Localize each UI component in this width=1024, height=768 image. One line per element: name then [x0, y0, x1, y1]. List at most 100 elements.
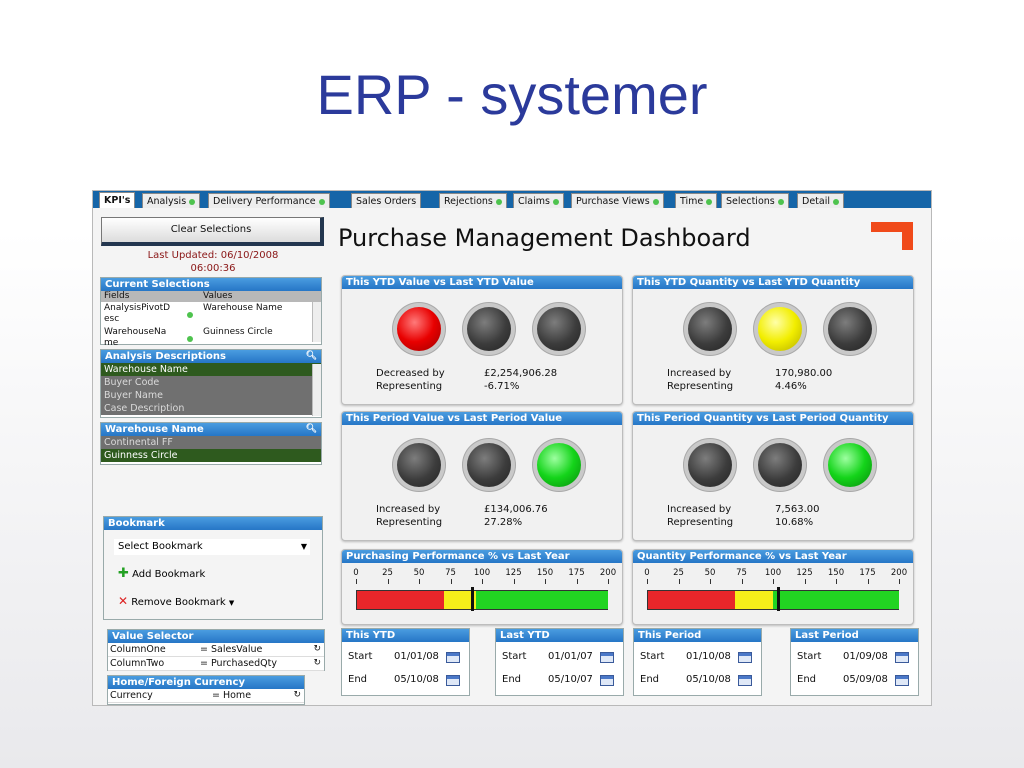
current-selections-header: Fields Values: [101, 291, 321, 302]
date-start-input[interactable]: 01/01/07: [548, 651, 593, 662]
tab-delivery-performance[interactable]: Delivery Performance: [208, 193, 330, 208]
bookmark-title: Bookmark: [104, 517, 322, 530]
kpi-percent-value: 10.68%: [775, 517, 814, 528]
value-selector-row[interactable]: ColumnOne = SalesValue ↻: [108, 643, 324, 657]
add-bookmark-button[interactable]: ✚ Add Bookmark: [118, 566, 205, 581]
selections-scrollbar[interactable]: [312, 302, 321, 342]
currency-row[interactable]: Currency = Home ↻: [108, 689, 304, 703]
dashboard-title: Purchase Management Dashboard: [338, 224, 751, 252]
tab-rejections[interactable]: Rejections: [439, 193, 507, 208]
tab-sales-orders[interactable]: Sales Orders: [351, 193, 422, 208]
tab-selections[interactable]: Selections: [721, 193, 789, 208]
calendar-icon[interactable]: [446, 675, 460, 686]
list-item[interactable]: Guinness Circle: [101, 449, 321, 462]
tab-analysis[interactable]: Analysis: [142, 193, 201, 208]
gauge-tick: [482, 579, 483, 584]
currency-title: Home/Foreign Currency: [108, 676, 304, 689]
date-start-label: Start: [640, 651, 665, 662]
selection-field-cont: esc: [104, 314, 120, 324]
tab-claims[interactable]: Claims: [513, 193, 564, 208]
traffic-light-green: [537, 443, 581, 487]
date-range-box: This Period Start 01/10/08 End 05/10/08: [633, 628, 762, 696]
date-end-input[interactable]: 05/10/08: [686, 674, 731, 685]
cycle-icon[interactable]: ↻: [293, 689, 301, 702]
gauge-panel: Quantity Performance % vs Last Year 0 25 50…: [632, 549, 914, 625]
selection-value: Guinness Circle: [203, 327, 273, 337]
gauge-scale-label: 50: [413, 568, 425, 578]
tab-detail[interactable]: Detail: [797, 193, 844, 208]
list-item[interactable]: Warehouse Name: [101, 363, 321, 376]
selection-row[interactable]: AnalysisPivotD esc Warehouse Name: [101, 302, 321, 326]
tab-label: Claims: [518, 196, 550, 207]
remove-bookmark-button[interactable]: ✕ Remove Bookmark ▼: [118, 594, 234, 608]
cycle-icon[interactable]: ↻: [313, 657, 321, 670]
date-end-input[interactable]: 05/10/07: [548, 674, 593, 685]
date-start-input[interactable]: 01/09/08: [843, 651, 888, 662]
traffic-light-off: [467, 307, 511, 351]
traffic-light-off: [397, 443, 441, 487]
tab-label: Selections: [726, 196, 775, 207]
list-item[interactable]: Buyer Name: [101, 389, 321, 402]
date-start-input[interactable]: 01/01/08: [394, 651, 439, 662]
gauge-tick: [545, 579, 546, 584]
date-start-label: Start: [797, 651, 822, 662]
warehouse-name-title: Warehouse Name: [105, 424, 204, 435]
value-selector-row[interactable]: ColumnTwo = PurchasedQty ↻: [108, 657, 324, 671]
date-range-title: This Period: [634, 629, 761, 642]
gauge-tick: [899, 579, 900, 584]
calendar-icon[interactable]: [738, 675, 752, 686]
search-icon[interactable]: 🔍︎: [306, 350, 317, 363]
calendar-icon[interactable]: [600, 652, 614, 663]
calendar-icon[interactable]: [738, 652, 752, 663]
tab-label: KPI's: [104, 195, 131, 206]
value-selector-title: Value Selector: [108, 630, 324, 643]
calendar-icon[interactable]: [895, 652, 909, 663]
chevron-down-icon: ▼: [300, 542, 307, 551]
cycle-icon[interactable]: ↻: [313, 643, 321, 656]
kpi-percent-label: Representing: [376, 381, 443, 392]
tab-label: Detail: [802, 196, 830, 207]
status-dot-icon: [187, 336, 193, 342]
gauge-title: Quantity Performance % vs Last Year: [633, 550, 913, 563]
kpi-percent-value: 27.28%: [484, 517, 523, 528]
traffic-light-off: [467, 443, 511, 487]
list-item[interactable]: Buyer Code: [101, 376, 321, 389]
date-end-label: End: [502, 674, 522, 685]
selection-row[interactable]: WarehouseNa me Guinness Circle: [101, 326, 321, 350]
analysis-descriptions-box: Analysis Descriptions 🔍︎ Warehouse Name …: [100, 349, 322, 418]
left-sidebar: Clear Selections Last Updated: 06/10/200…: [93, 208, 331, 705]
analysis-scrollbar[interactable]: [312, 364, 321, 416]
bookmark-select[interactable]: Select Bookmark ▼: [114, 539, 310, 555]
calendar-icon[interactable]: [446, 652, 460, 663]
close-icon: ✕: [118, 594, 129, 608]
gauge-scale-label: 0: [353, 568, 359, 578]
gauge-tick: [387, 579, 389, 584]
kpi-change-value: £134,006.76: [484, 504, 548, 515]
calendar-icon[interactable]: [600, 675, 614, 686]
add-bookmark-label: Add Bookmark: [132, 569, 206, 580]
date-range-box: Last YTD Start 01/01/07 End 05/10/07: [495, 628, 624, 696]
tab-label: Time: [680, 196, 704, 207]
list-item[interactable]: Continental FF: [101, 436, 321, 449]
kv-key: ColumnOne: [110, 644, 166, 655]
list-item[interactable]: Case Description: [101, 402, 321, 415]
traffic-light-off: [828, 307, 872, 351]
kv-value: = SalesValue: [200, 644, 263, 655]
tab-purchase-views[interactable]: Purchase Views: [571, 193, 664, 208]
kpi-change-label: Decreased by: [376, 368, 445, 379]
search-icon[interactable]: 🔍︎: [306, 423, 317, 436]
traffic-light-green: [828, 443, 872, 487]
date-end-input[interactable]: 05/09/08: [843, 674, 888, 685]
date-end-input[interactable]: 05/10/08: [394, 674, 439, 685]
date-start-input[interactable]: 01/10/08: [686, 651, 731, 662]
calendar-icon[interactable]: [895, 675, 909, 686]
tab-time[interactable]: Time: [675, 193, 718, 208]
tab-kpis[interactable]: KPI's: [99, 192, 136, 208]
current-selections-title: Current Selections: [101, 278, 321, 291]
kv-key: ColumnTwo: [110, 658, 165, 669]
gauge-band: [735, 590, 773, 610]
date-range-title: Last Period: [791, 629, 918, 642]
status-dot-icon: [777, 198, 784, 205]
gauge-scale-label: 0: [644, 568, 650, 578]
clear-selections-button[interactable]: Clear Selections: [101, 217, 324, 246]
